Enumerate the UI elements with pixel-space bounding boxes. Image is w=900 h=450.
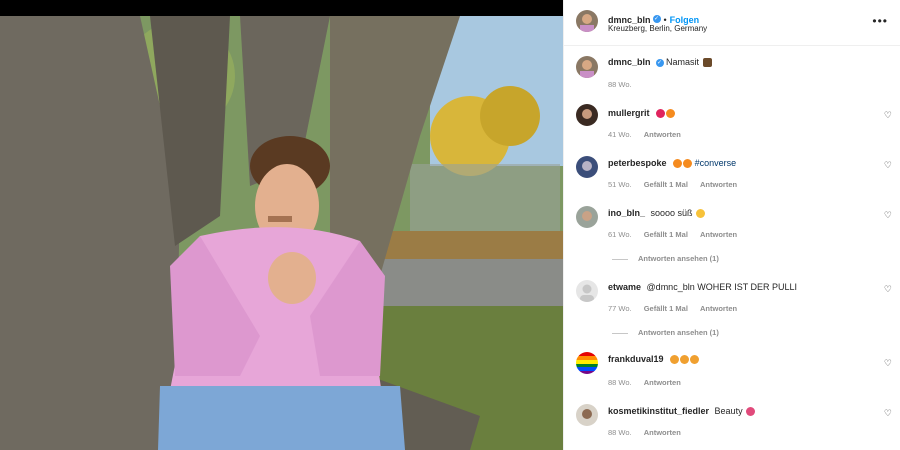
comment-meta: 88 Wo. Antworten bbox=[608, 378, 691, 387]
commenter-avatar[interactable] bbox=[576, 404, 598, 426]
like-comment-heart-icon[interactable]: ♡ bbox=[884, 110, 892, 121]
like-comment-heart-icon[interactable]: ♡ bbox=[884, 210, 892, 221]
like-comment-heart-icon[interactable]: ♡ bbox=[884, 160, 892, 171]
comment-meta: 41 Wo. Antworten bbox=[608, 130, 691, 139]
reply-button[interactable]: Antworten bbox=[700, 180, 737, 189]
post-location[interactable]: Kreuzberg, Berlin, Germany bbox=[608, 24, 707, 33]
comment-meta: 77 Wo. Gefällt 1 Mal Antworten bbox=[608, 304, 747, 313]
caption-username[interactable]: dmnc_bln bbox=[608, 57, 651, 67]
comment-meta: 88 Wo. Antworten bbox=[608, 428, 691, 437]
heart-eyes-emoji-icon bbox=[690, 355, 700, 365]
view-replies-button[interactable]: Antworten ansehen (1) bbox=[612, 328, 719, 337]
comment-username[interactable]: frankduval19 bbox=[608, 354, 664, 364]
heart-eyes-emoji-icon bbox=[670, 355, 680, 365]
heart-eyes-emoji-icon bbox=[680, 355, 690, 365]
like-comment-heart-icon[interactable]: ♡ bbox=[884, 284, 892, 295]
comment-text-line: kosmetikinstitut_fiedler Beauty bbox=[608, 406, 756, 417]
commenter-avatar[interactable] bbox=[576, 156, 598, 178]
comment-text-line: ino_bln_ soooo süß bbox=[608, 208, 706, 219]
view-replies-button[interactable]: Antworten ansehen (1) bbox=[612, 254, 719, 263]
reply-button[interactable]: Antworten bbox=[644, 378, 681, 387]
comment-age: 88 Wo. bbox=[608, 378, 632, 387]
reply-button[interactable]: Antworten bbox=[700, 230, 737, 239]
comment-text-line: mullergrit bbox=[608, 108, 676, 119]
replies-divider bbox=[612, 332, 628, 334]
post-header: dmnc_bln ✓ • Folgen Kreuzberg, Berlin, Germ… bbox=[564, 0, 900, 46]
reply-button[interactable]: Antworten bbox=[644, 428, 681, 437]
hashtag-link[interactable]: #converse bbox=[695, 158, 737, 168]
verified-badge-icon: ✓ bbox=[652, 14, 661, 23]
comment-item: mullergrit 41 Wo. Antworten ♡ bbox=[564, 98, 900, 144]
comment-meta: 61 Wo. Gefällt 1 Mal Antworten bbox=[608, 230, 747, 239]
more-options-icon[interactable]: ••• bbox=[872, 14, 888, 28]
caption-avatar[interactable] bbox=[576, 56, 598, 78]
comment-text-line: peterbespoke #converse bbox=[608, 158, 736, 169]
comment-text: soooo süß bbox=[650, 208, 693, 218]
smile-emoji-icon bbox=[696, 209, 706, 219]
post-side-panel: dmnc_bln ✓ • Folgen Kreuzberg, Berlin, Germ… bbox=[563, 0, 900, 450]
sloth-emoji-icon bbox=[702, 58, 712, 68]
likes-count[interactable]: Gefällt 1 Mal bbox=[644, 304, 688, 313]
likes-count[interactable]: Gefällt 1 Mal bbox=[644, 230, 688, 239]
comment-age: 41 Wo. bbox=[608, 130, 632, 139]
comment-item: etwame @dmnc_bln WOHER IST DER PULLI 77 … bbox=[564, 272, 900, 342]
likes-count[interactable]: Gefällt 1 Mal bbox=[644, 180, 688, 189]
pink-heart-emoji-icon bbox=[746, 407, 756, 417]
fire-emoji-icon bbox=[683, 159, 693, 169]
comment-age: 51 Wo. bbox=[608, 180, 632, 189]
author-avatar[interactable] bbox=[576, 10, 598, 32]
post-photo[interactable] bbox=[0, 16, 563, 450]
caption-text: Namasit bbox=[666, 57, 700, 67]
verified-badge-icon: ✓ bbox=[655, 58, 664, 67]
fire-emoji-icon bbox=[673, 159, 683, 169]
red-heart-emoji-icon bbox=[656, 109, 666, 119]
fire-emoji-icon bbox=[666, 109, 676, 119]
post-photo-illustration bbox=[0, 16, 563, 450]
top-black-bar bbox=[0, 0, 563, 16]
comment-username[interactable]: mullergrit bbox=[608, 108, 650, 118]
commenter-avatar[interactable] bbox=[576, 206, 598, 228]
commenter-avatar[interactable] bbox=[576, 280, 598, 302]
comment-item: peterbespoke #converse 51 Wo. Gefällt 1 … bbox=[564, 148, 900, 194]
comment-text-line: etwame @dmnc_bln WOHER IST DER PULLI bbox=[608, 282, 797, 293]
comment-username[interactable]: etwame bbox=[608, 282, 641, 292]
comment-username[interactable]: ino_bln_ bbox=[608, 208, 645, 218]
post-caption: dmnc_bln ✓ Namasit 88 Wo. bbox=[564, 46, 900, 96]
comment-item: frankduval19 88 Wo. Antworten ♡ bbox=[564, 346, 900, 392]
like-comment-heart-icon[interactable]: ♡ bbox=[884, 358, 892, 369]
view-replies-label[interactable]: Antworten ansehen (1) bbox=[638, 328, 719, 337]
comment-item: ino_bln_ soooo süß 61 Wo. Gefällt 1 Mal … bbox=[564, 198, 900, 268]
caption-text-line: dmnc_bln ✓ Namasit bbox=[608, 57, 712, 68]
comment-text: @dmnc_bln WOHER IST DER PULLI bbox=[646, 282, 798, 292]
reply-button[interactable]: Antworten bbox=[644, 130, 681, 139]
comment-text: Beauty bbox=[714, 406, 743, 416]
comment-username[interactable]: peterbespoke bbox=[608, 158, 667, 168]
comment-age: 88 Wo. bbox=[608, 428, 632, 437]
view-replies-label[interactable]: Antworten ansehen (1) bbox=[638, 254, 719, 263]
replies-divider bbox=[612, 258, 628, 260]
like-comment-heart-icon[interactable]: ♡ bbox=[884, 408, 892, 419]
comment-meta: 51 Wo. Gefällt 1 Mal Antworten bbox=[608, 180, 747, 189]
reply-button[interactable]: Antworten bbox=[700, 304, 737, 313]
caption-age: 88 Wo. bbox=[608, 80, 632, 89]
commenter-avatar[interactable] bbox=[576, 104, 598, 126]
comment-text-line: frankduval19 bbox=[608, 354, 700, 365]
comment-age: 77 Wo. bbox=[608, 304, 632, 313]
comment-age: 61 Wo. bbox=[608, 230, 632, 239]
commenter-avatar[interactable] bbox=[576, 352, 598, 374]
comment-username[interactable]: kosmetikinstitut_fiedler bbox=[608, 406, 709, 416]
comment-item: kosmetikinstitut_fiedler Beauty 88 Wo. A… bbox=[564, 396, 900, 446]
caption-meta: 88 Wo. bbox=[608, 80, 642, 89]
